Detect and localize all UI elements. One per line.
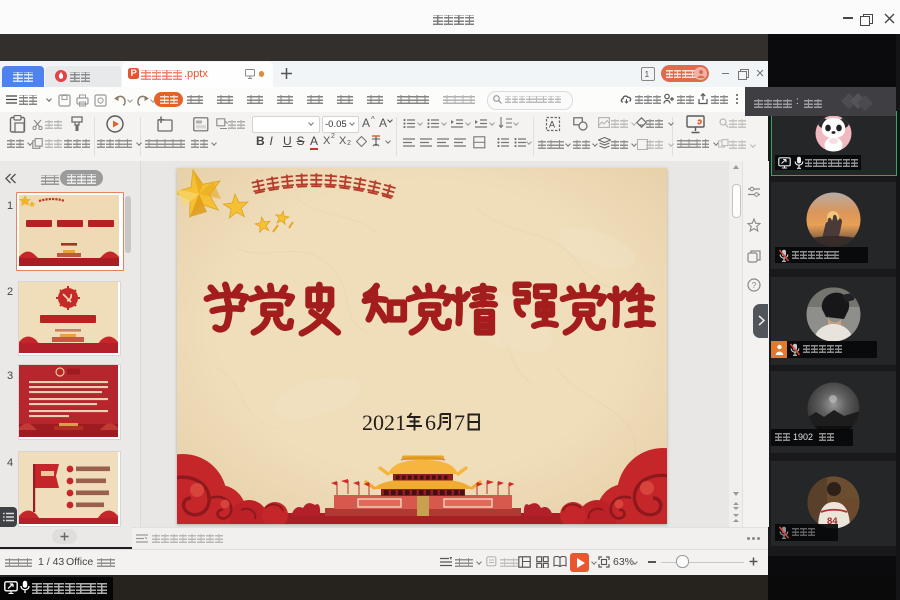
svg-text:A: A bbox=[549, 120, 555, 130]
svg-text:2021: 2021 bbox=[362, 410, 406, 435]
svg-text:6: 6 bbox=[425, 410, 436, 435]
svg-text:?: ? bbox=[752, 280, 757, 290]
svg-text:7: 7 bbox=[454, 410, 465, 435]
